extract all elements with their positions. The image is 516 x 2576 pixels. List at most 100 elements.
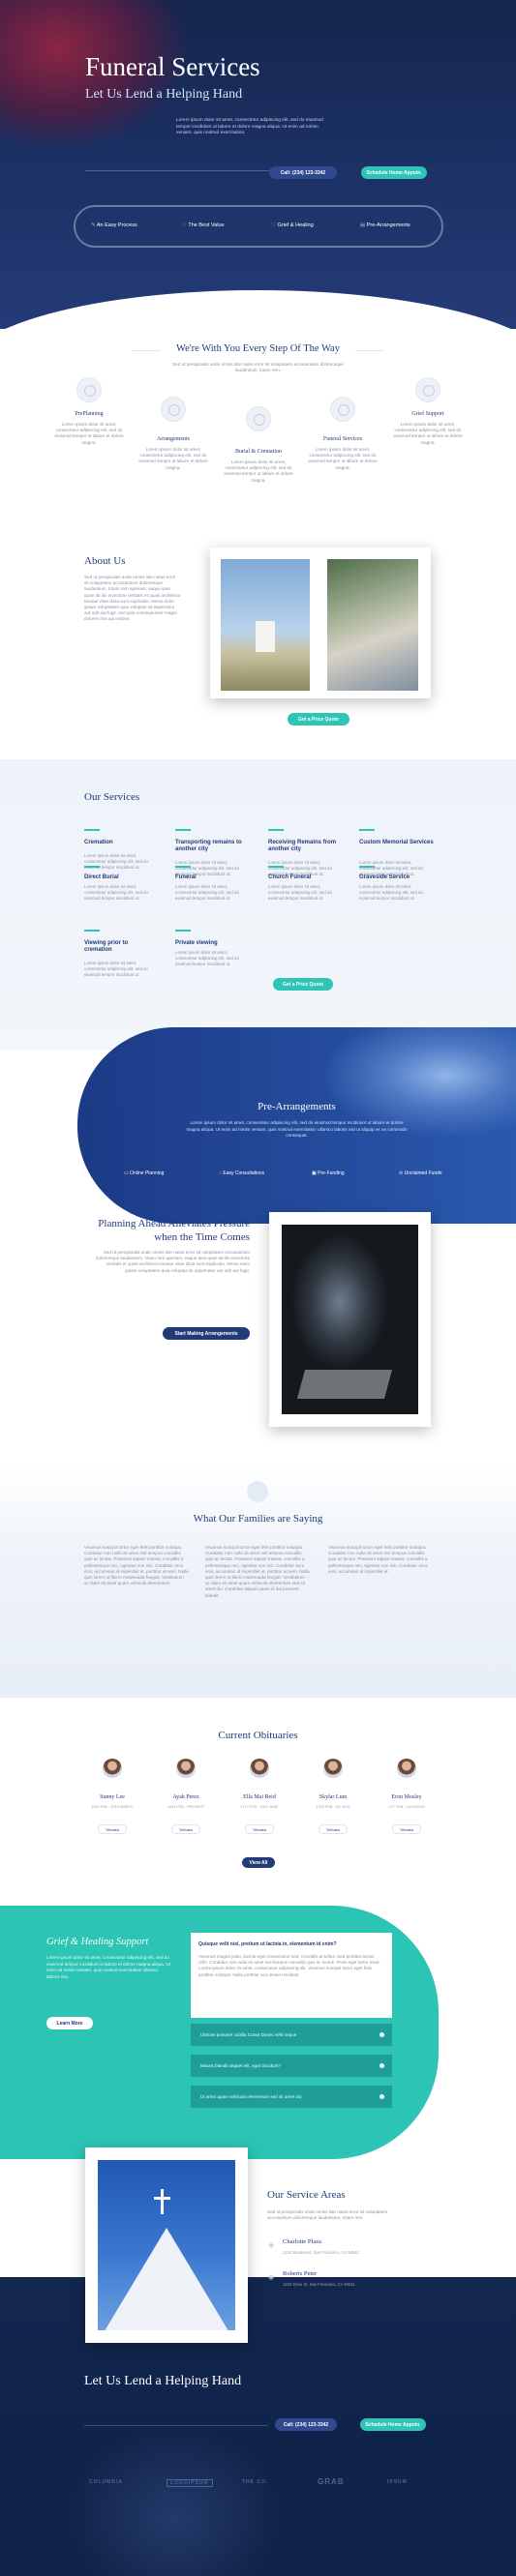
plus-icon (379, 2094, 384, 2099)
location-pin-icon: ◉ (268, 2274, 275, 2281)
service-title: Receiving Remains from another city (268, 840, 337, 852)
step-icon-funeral (330, 397, 355, 422)
partner-logo: LOGOIPSUM (167, 2479, 213, 2487)
hero-phone-button[interactable]: Call: (234) 123-3342 (269, 166, 337, 179)
chapel-photo (98, 2160, 235, 2330)
partner-logo: THE CO. (242, 2479, 269, 2485)
step-text-preplanning: Lorem ipsum dolor sit amet, consectetur … (54, 422, 124, 445)
areas-title: Our Service Areas (267, 2189, 346, 2201)
planning-text: Sed ut perspiciatis unde omnis iste natu… (95, 1250, 250, 1273)
church-photo (221, 559, 310, 691)
avatar (250, 1759, 269, 1778)
service-title: Direct Burial (84, 874, 119, 880)
prearr-feature-online[interactable]: ▭ Online Planning (124, 1170, 164, 1176)
service-bar (268, 866, 284, 868)
hero-subtitle: Let Us Lend a Helping Hand (85, 87, 243, 102)
tributes-button[interactable]: Tributes (319, 1824, 348, 1834)
prearr-title: Pre-Arrangements (258, 1101, 336, 1112)
avatar (103, 1759, 122, 1778)
faq-item[interactable]: Mauris blandit aliquet elit, eget tincid… (191, 2055, 392, 2077)
step-icon-preplanning (76, 377, 102, 402)
faq-open-answer: Vivamus magna justo, lacinia eget consec… (198, 1954, 380, 1977)
faq-item[interactable]: Ultrices posuere cubilia Curae Donec vel… (191, 2024, 392, 2046)
cross-bar (154, 2197, 170, 2200)
faq-item[interactable]: Ut amet quam vehicula elementum sed sit … (191, 2086, 392, 2108)
hero-feature-grief[interactable]: ♡ Grief & Healing (271, 222, 314, 228)
tributes-button[interactable]: Tributes (245, 1824, 274, 1834)
prearr-feature-label: Online Planning (130, 1170, 165, 1176)
step-icon-burial (246, 406, 271, 431)
step-title-burial: Burial & Cremation (235, 449, 282, 455)
chapel-roof (103, 2228, 230, 2330)
tributes-button[interactable]: Tributes (392, 1824, 421, 1834)
heart-icon: ♡ (182, 222, 187, 228)
service-title: Transporting remains to another city (175, 840, 242, 852)
step-text-burial: Lorem ipsum dolor sit amet, consectetur … (224, 459, 293, 483)
grief-text: Lorem ipsum dolor sit amet, consectetur … (46, 1955, 170, 1979)
prearr-feature-funding[interactable]: ▣ Pre-Funding (312, 1170, 345, 1176)
about-text: Sed ut perspiciatis unde omnis iste natu… (84, 575, 181, 622)
hero-feature-value[interactable]: ♡ The Best Value (182, 222, 225, 228)
faq-question: Ultrices posuere cubilia Curae Donec vel… (200, 2032, 297, 2037)
step-title-preplanning: PrePlanning (75, 411, 104, 417)
hand-icon: ✎ (91, 222, 96, 228)
location-address: 1234 Boulevard, San Francisco, CA 94511 (283, 2250, 359, 2255)
book-shape (296, 1370, 393, 1399)
footer-phone-button[interactable]: Call: (234) 123-3342 (275, 2418, 337, 2431)
service-bar (359, 866, 375, 868)
wallet-icon: ▣ (312, 1170, 317, 1176)
service-title: Custom Memorial Services (359, 840, 434, 845)
services-quote-button[interactable]: Get a Price Quote (273, 978, 333, 991)
testimonial-text: Vivamus suscipit tortor eget felis portt… (328, 1545, 428, 1574)
service-text: Lorem ipsum dolor sit amet, consectetur … (84, 961, 148, 977)
prearr-feature-label: Unclaimed Funds (404, 1170, 442, 1176)
prearr-text: Lorem ipsum dolor sit amet, consectetur … (186, 1120, 408, 1139)
prearr-feature-unclaimed[interactable]: ⊙ Unclaimed Funds (399, 1170, 442, 1176)
service-bar (268, 829, 284, 831)
obit-dates: 1932 FEB - 2019 MARCH (91, 1805, 134, 1809)
service-text: Lorem ipsum dolor sit amet, consectetur … (359, 884, 423, 901)
view-all-button[interactable]: View All (242, 1857, 275, 1868)
services-section (0, 759, 516, 1050)
hero-section (0, 0, 516, 329)
service-title: Graveside Service (359, 874, 410, 880)
hero-feature-easy[interactable]: ✎ An Easy Process (91, 222, 137, 228)
tributes-button[interactable]: Tributes (98, 1824, 127, 1834)
footer-divider (84, 2425, 268, 2426)
footer-section (0, 2277, 516, 2576)
faq-question: Mauris blandit aliquet elit, eget tincid… (200, 2063, 281, 2068)
cross-icon (161, 2189, 164, 2214)
hero-feature-label: Pre-Arrangements (366, 222, 410, 228)
hero-text: Lorem ipsum dolor sit amet, consectetur … (176, 118, 323, 136)
hero-feature-label: The Best Value (188, 222, 225, 228)
about-quote-button[interactable]: Get a Price Quote (288, 713, 349, 725)
hero-schedule-button[interactable]: Schedule Home Appoin. (361, 166, 427, 179)
obit-name: Eron Mosley (391, 1794, 422, 1800)
prearr-feature-label: Easy Consultations (223, 1170, 265, 1176)
testimonial-text: Vivamus suscipit tortor eget felis portt… (205, 1545, 310, 1598)
tributes-button[interactable]: Tributes (171, 1824, 200, 1834)
monitor-icon: ▭ (124, 1170, 129, 1176)
service-text: Lorem ipsum dolor sit amet, consectetur … (268, 884, 332, 901)
planning-title: Planning Ahead Alleviates Pressure when … (98, 1218, 250, 1243)
plus-icon (379, 2032, 384, 2037)
step-title-grief: Grief Support (411, 411, 444, 417)
prearr-feature-label: Pre-Funding (318, 1170, 345, 1176)
footer-schedule-button[interactable]: Schedule Home Appoin. (360, 2418, 426, 2431)
service-title: Private viewing (175, 940, 218, 946)
footer-title: Let Us Lend a Helping Hand (84, 2374, 242, 2388)
faq-question: Ut amet quam vehicula elementum sed sit … (200, 2094, 302, 2099)
prearr-feature-consult[interactable]: ◌ Easy Consultations (219, 1170, 264, 1176)
service-title: Cremation (84, 840, 113, 845)
avatar (176, 1759, 196, 1778)
about-title: About Us (84, 555, 126, 567)
planning-cta-button[interactable]: Start Making Arrangements (163, 1327, 250, 1340)
hero-feature-prearr[interactable]: ▤ Pre-Arrangements (360, 222, 410, 228)
grief-title: Grief & Healing Support (46, 1937, 149, 1947)
location-name: Roberts Peter (283, 2270, 318, 2277)
hands-photo (327, 559, 418, 691)
faq-open-question: Quisque velit nisi, pretium ut lacinia i… (198, 1941, 337, 1947)
learn-more-button[interactable]: Learn More (46, 2017, 93, 2029)
steps-title: We're With You Every Step Of The Way (176, 343, 340, 354)
partner-logo: COLUMBIA (89, 2479, 123, 2485)
